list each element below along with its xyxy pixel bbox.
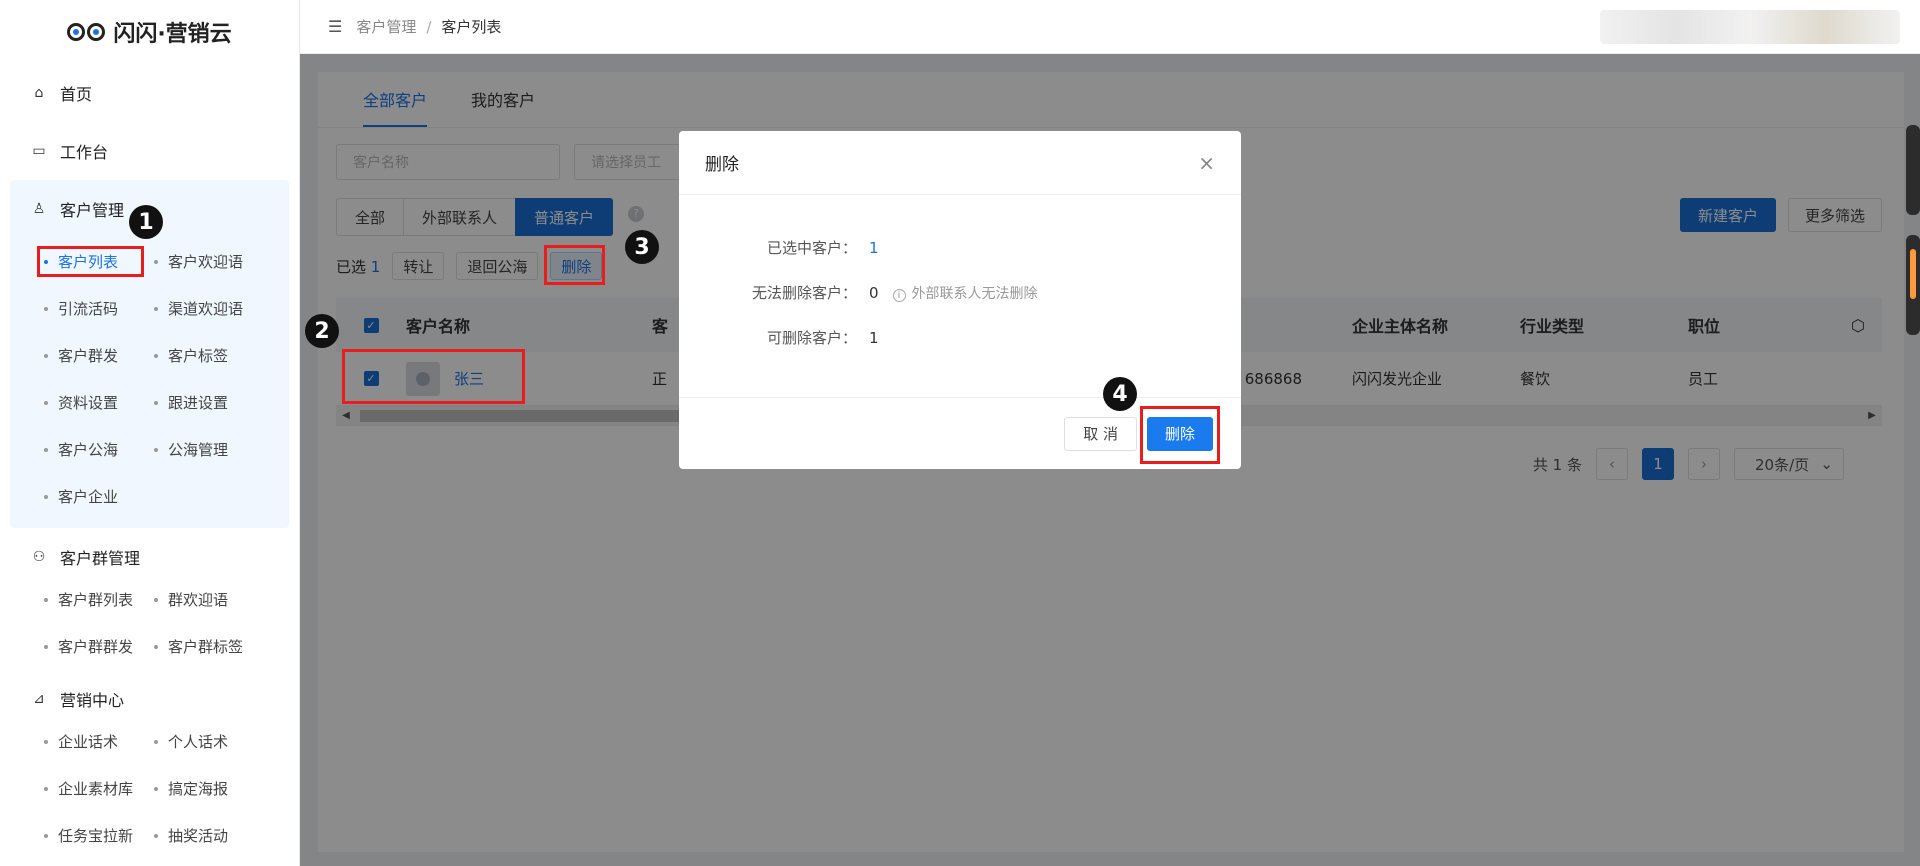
sidebar-item-corp-script[interactable]: 企业话术 [40,718,150,765]
annotation-box-customer-list [37,246,144,277]
menu-workbench[interactable]: ▭ 工作台 [0,122,299,180]
breadcrumb-current: 客户列表 [441,18,502,36]
app-name: 闪闪·营销云 [113,22,232,47]
menu-fold-icon[interactable]: ☰ [328,17,342,36]
info-icon: i [892,288,906,302]
close-icon[interactable]: × [1198,151,1215,175]
annotation-box-confirm [1140,406,1220,464]
sidebar-item-lottery[interactable]: 抽奖活动 [150,812,290,859]
owl-logo-icon [67,23,106,41]
dialog-row-selected: 已选中客户： 1 [766,238,879,258]
step-badge-4: 4 [1103,377,1137,411]
sidebar-item-customer-tags[interactable]: 客户标签 [150,332,290,379]
user-area-blurred [1600,10,1900,44]
sidebar-item-customer-company[interactable]: 客户企业 [40,473,150,520]
step-badge-3: 3 [625,230,659,264]
sidebar-item-poster[interactable]: 搞定海报 [150,765,290,812]
menu-home[interactable]: ⌂ 首页 [0,64,299,122]
breadcrumb-parent[interactable]: 客户管理 [356,18,416,36]
sidebar-item-task-referral[interactable]: 任务宝拉新 [40,812,150,859]
sidebar-item-profile-settings[interactable]: 资料设置 [40,379,150,426]
sidebar-item-group-tags[interactable]: 客户群标签 [150,623,290,670]
sidebar-item-personal-script[interactable]: 个人话术 [150,718,290,765]
group-icon: ⚇ [32,549,46,565]
step-badge-1: 1 [129,205,163,239]
sidebar-item-followup-settings[interactable]: 跟进设置 [150,379,290,426]
monitor-icon: ▭ [32,143,46,159]
dialog-row-undeletable: 无法删除客户： 0 i 外部联系人无法删除 [751,283,1038,303]
step-badge-2: 2 [305,314,339,348]
sidebar-item-public-pool[interactable]: 客户公海 [40,426,150,473]
home-icon: ⌂ [34,85,44,101]
sidebar-item-group-welcome[interactable]: 群欢迎语 [150,576,290,623]
breadcrumb: 客户管理 / 客户列表 [356,18,502,36]
sidebar-item-channel-welcome[interactable]: 渠道欢迎语 [150,285,290,332]
sidebar-item-group-mass-send[interactable]: 客户群群发 [40,623,150,670]
sidebar-item-customer-welcome[interactable]: 客户欢迎语 [150,238,290,285]
dialog-title: 删除 [705,155,739,175]
chart-icon: ⊿ [33,691,45,707]
vertical-scrollbar[interactable] [1906,125,1920,335]
sidebar-item-material-lib[interactable]: 企业素材库 [40,765,150,812]
user-icon: ♙ [32,201,46,217]
topbar: ☰ 客户管理 / 客户列表 [300,0,1920,54]
cancel-button[interactable]: 取 消 [1064,416,1137,451]
sidebar-item-mass-send[interactable]: 客户群发 [40,332,150,379]
app-logo: 闪闪·营销云 [0,0,299,64]
sidebar-item-pool-mgmt[interactable]: 公海管理 [150,426,290,473]
sidebar-item-group-list[interactable]: 客户群列表 [40,576,150,623]
sidebar-item-lead-code[interactable]: 引流活码 [40,285,150,332]
annotation-box-row [342,349,525,404]
dialog-row-deletable: 可删除客户： 1 [766,328,879,348]
sidebar: 闪闪·营销云 ⌂ 首页 ▭ 工作台 ♙ 客户管理 客户列表 客户欢迎语 引流活码… [0,0,300,866]
annotation-box-delete [544,245,605,285]
